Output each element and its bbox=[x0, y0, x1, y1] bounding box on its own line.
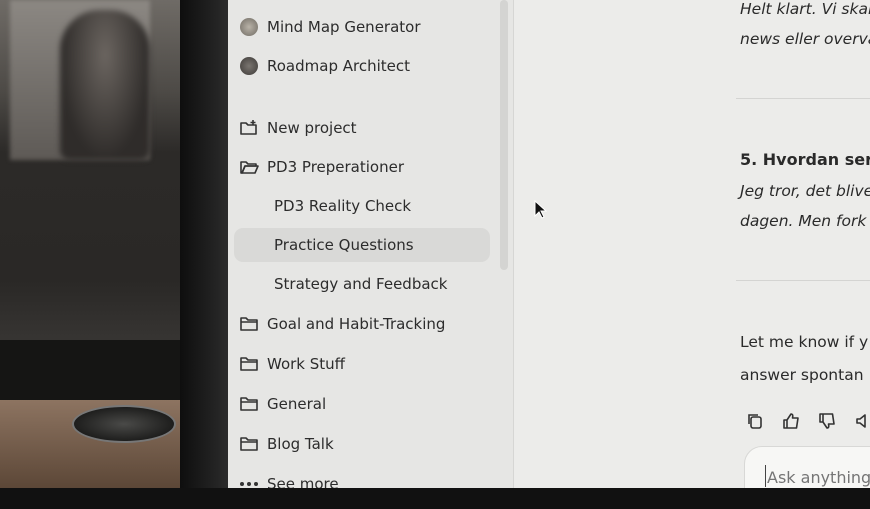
sidebar-item-label: Roadmap Architect bbox=[267, 57, 410, 75]
sidebar-chat-pd3-reality-check[interactable]: PD3 Reality Check bbox=[274, 189, 411, 223]
sidebar-gpt-mind-map[interactable]: Mind Map Generator bbox=[238, 10, 421, 44]
sidebar-item-label: Strategy and Feedback bbox=[274, 275, 448, 293]
folder-icon bbox=[238, 313, 260, 335]
message-divider bbox=[736, 280, 870, 281]
sidebar-scrollbar[interactable] bbox=[500, 0, 508, 270]
device-puck bbox=[72, 405, 176, 443]
sidebar-item-label: General bbox=[267, 395, 327, 413]
chat-input[interactable] bbox=[765, 467, 870, 488]
folder-icon bbox=[238, 433, 260, 455]
chat-panel: Helt klart. Vi skal news eller overva 5.… bbox=[514, 0, 870, 500]
app-screen: Mind Map Generator Roadmap Architect New… bbox=[228, 0, 870, 500]
background-room-photo bbox=[0, 0, 180, 509]
answer-line: Jeg tror, det blive bbox=[740, 182, 870, 200]
closing-line: Let me know if y bbox=[740, 333, 869, 351]
mind-map-gpt-icon bbox=[238, 16, 260, 38]
sidebar-item-label: PD3 Reality Check bbox=[274, 197, 412, 215]
folder-icon bbox=[238, 353, 260, 375]
sidebar-item-label: Work Stuff bbox=[267, 355, 345, 373]
sidebar-project-pd3-preperationer[interactable]: PD3 Preperationer bbox=[238, 150, 404, 184]
sidebar-gpt-roadmap[interactable]: Roadmap Architect bbox=[238, 49, 410, 83]
blurred-person bbox=[60, 10, 150, 160]
message-line: Helt klart. Vi skal bbox=[740, 0, 870, 18]
sidebar-project-general[interactable]: General bbox=[238, 387, 326, 421]
sidebar-item-label: New project bbox=[267, 119, 357, 137]
sidebar-item-label: Mind Map Generator bbox=[267, 18, 421, 36]
sidebar: Mind Map Generator Roadmap Architect New… bbox=[228, 0, 513, 500]
message-actions bbox=[744, 410, 870, 432]
monitor-bezel bbox=[180, 0, 228, 509]
sidebar-item-label: PD3 Preperationer bbox=[267, 158, 404, 176]
sidebar-chat-practice-questions[interactable]: Practice Questions bbox=[234, 228, 490, 262]
answer-line: dagen. Men fork bbox=[740, 212, 867, 230]
copy-icon[interactable] bbox=[744, 410, 766, 432]
new-project-button[interactable]: New project bbox=[238, 111, 357, 145]
new-folder-icon bbox=[238, 117, 260, 139]
sidebar-project-goal-habit[interactable]: Goal and Habit-Tracking bbox=[238, 307, 445, 341]
sidebar-item-label: Blog Talk bbox=[267, 435, 334, 453]
message-divider bbox=[736, 98, 870, 99]
question-heading: 5. Hvordan ser bbox=[740, 150, 870, 169]
sidebar-item-label: Practice Questions bbox=[274, 236, 414, 254]
sidebar-item-label: Goal and Habit-Tracking bbox=[267, 315, 446, 333]
floor bbox=[0, 340, 180, 400]
thumbs-up-icon[interactable] bbox=[780, 410, 802, 432]
folder-open-icon bbox=[238, 156, 260, 178]
speaker-icon[interactable] bbox=[852, 410, 870, 432]
roadmap-gpt-icon bbox=[238, 55, 260, 77]
thumbs-down-icon[interactable] bbox=[816, 410, 838, 432]
monitor-bottom-frame bbox=[0, 488, 870, 509]
sidebar-project-blog-talk[interactable]: Blog Talk bbox=[238, 427, 334, 461]
message-line: news eller overva bbox=[740, 30, 870, 48]
folder-icon bbox=[238, 393, 260, 415]
sidebar-chat-strategy-feedback[interactable]: Strategy and Feedback bbox=[274, 267, 447, 301]
closing-line: answer spontan bbox=[740, 366, 864, 384]
sidebar-project-work-stuff[interactable]: Work Stuff bbox=[238, 347, 345, 381]
